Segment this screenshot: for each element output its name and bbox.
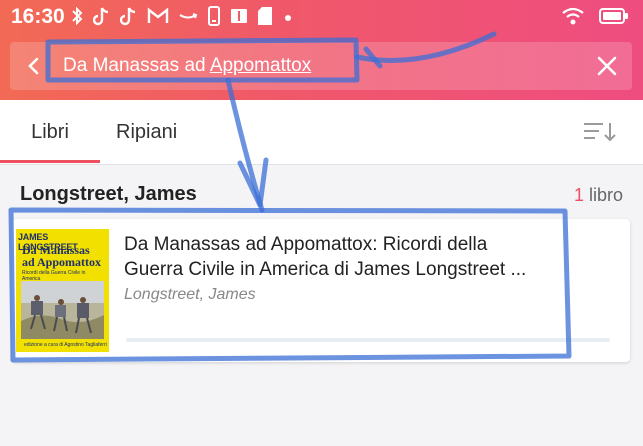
search-input[interactable]: Da Manassas ad Appomattox xyxy=(63,55,311,77)
search-query-underlined-text: Appomattox xyxy=(209,55,312,76)
search-bar: Da Manassas ad Appomattox xyxy=(10,42,632,90)
book-count-label: libro xyxy=(588,185,623,205)
sd-card-icon xyxy=(257,6,273,30)
book-count-number: 1 xyxy=(573,185,584,205)
book-cover: JAMES LONGSTREET Da Manassas ad Appomatt… xyxy=(16,229,109,352)
tiktok-icon xyxy=(119,6,138,30)
battery-icon xyxy=(599,7,629,31)
tiktok-icon xyxy=(92,6,111,30)
status-bar: 16:30 xyxy=(0,0,643,34)
tab-ripiani[interactable]: Ripiani xyxy=(116,100,177,164)
cover-bottom-text: edizione a cura di Agostino Tagliaferri xyxy=(24,342,107,348)
close-icon xyxy=(597,56,617,76)
search-query-text: Da Manassas ad xyxy=(63,55,210,76)
sort-icon xyxy=(584,123,616,142)
wifi-icon xyxy=(561,6,585,32)
tab-bar: Libri Ripiani xyxy=(0,100,643,165)
active-tab-indicator xyxy=(0,160,100,163)
clear-search-button[interactable] xyxy=(594,53,620,79)
author-group-count: 1 libro xyxy=(574,185,623,206)
sort-button[interactable] xyxy=(583,120,617,144)
app-header: 16:30 Da Manassas ad Appomattox xyxy=(0,0,643,100)
status-time: 16:30 xyxy=(11,5,65,28)
book-card[interactable]: JAMES LONGSTREET Da Manassas ad Appomatt… xyxy=(12,219,630,362)
book-title-line-2: Guerra Civile in America di James Longst… xyxy=(124,259,527,280)
cover-title-text: Da Manassas ad Appomattox xyxy=(22,243,102,269)
author-group-title: Longstreet, James xyxy=(20,183,197,205)
back-button[interactable] xyxy=(20,52,48,80)
amazon-icon xyxy=(178,8,198,28)
notification-icons xyxy=(70,6,294,30)
book-title: Da Manassas ad Appomattox: Ricordi della… xyxy=(124,232,564,282)
cover-painting xyxy=(21,281,104,339)
gmail-icon xyxy=(147,7,169,29)
book-title-line-1: Da Manassas ad Appomattox: Ricordi della xyxy=(124,234,488,255)
book-author: Longstreet, James xyxy=(124,286,256,303)
phone-icon xyxy=(207,6,221,30)
reading-progress-bar xyxy=(126,338,610,342)
chevron-left-icon xyxy=(28,57,39,75)
tab-libri[interactable]: Libri xyxy=(0,100,100,164)
book-icon xyxy=(230,7,248,29)
bluetooth-icon xyxy=(70,6,84,30)
system-icons xyxy=(561,6,629,32)
dot-icon xyxy=(282,8,294,28)
